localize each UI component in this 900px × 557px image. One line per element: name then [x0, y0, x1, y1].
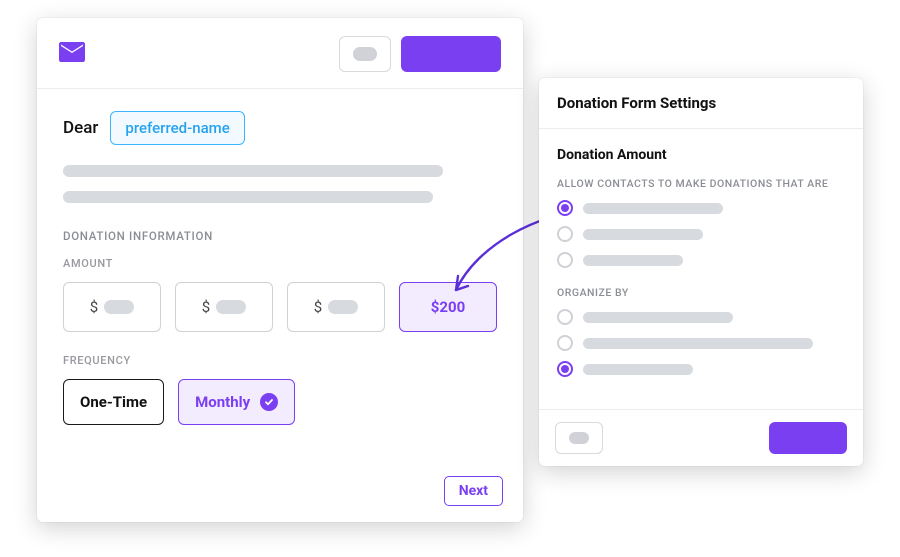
next-button[interactable]: Next: [444, 476, 503, 506]
option-placeholder: [583, 364, 693, 375]
radio-icon: [557, 252, 573, 268]
frequency-one-time-label: One-Time: [80, 393, 147, 411]
organize-option[interactable]: [557, 309, 845, 325]
amount-option[interactable]: $: [63, 282, 161, 332]
allow-option[interactable]: [557, 200, 845, 216]
option-placeholder: [583, 229, 703, 240]
settings-footer: [539, 409, 863, 466]
settings-save-button[interactable]: [769, 422, 847, 454]
amount-placeholder: [328, 300, 358, 314]
amount-option[interactable]: $: [175, 282, 273, 332]
form-body: Dear preferred-name DONATION INFORMATION…: [37, 89, 523, 476]
radio-icon: [557, 226, 573, 242]
body-placeholder-line: [63, 165, 443, 177]
donation-form-card: Dear preferred-name DONATION INFORMATION…: [37, 18, 523, 522]
amount-placeholder: [216, 300, 246, 314]
organize-option[interactable]: [557, 361, 845, 377]
radio-icon: [557, 309, 573, 325]
radio-icon: [557, 200, 573, 216]
merge-field-preferred-name[interactable]: preferred-name: [110, 111, 244, 145]
radio-icon: [557, 361, 573, 377]
envelope-icon: [59, 42, 85, 66]
option-placeholder: [583, 338, 813, 349]
salutation-row: Dear preferred-name: [63, 111, 497, 145]
settings-group-donation-amount: Donation Amount: [557, 147, 845, 163]
radio-icon: [557, 335, 573, 351]
label-frequency: FREQUENCY: [63, 354, 497, 367]
form-header: [37, 18, 523, 89]
header-actions: [339, 36, 501, 72]
dollar-sign-icon: $: [314, 298, 322, 316]
dollar-sign-icon: $: [90, 298, 98, 316]
header-toggle[interactable]: [339, 36, 391, 72]
dollar-sign-icon: $: [202, 298, 210, 316]
check-circle-icon: [260, 393, 278, 411]
frequency-options: One-Time Monthly: [63, 379, 497, 425]
frequency-monthly[interactable]: Monthly: [178, 379, 295, 425]
label-allow-donations: ALLOW CONTACTS TO MAKE DONATIONS THAT AR…: [557, 177, 845, 190]
frequency-monthly-label: Monthly: [195, 393, 250, 411]
settings-toggle[interactable]: [555, 422, 603, 454]
amount-placeholder: [104, 300, 134, 314]
section-donation-info: DONATION INFORMATION: [63, 229, 497, 243]
settings-title: Donation Form Settings: [539, 78, 863, 129]
form-footer: Next: [37, 476, 523, 522]
header-primary-button[interactable]: [401, 36, 501, 72]
frequency-one-time[interactable]: One-Time: [63, 379, 164, 425]
amount-options: $ $ $ $200: [63, 282, 497, 332]
allow-option[interactable]: [557, 252, 845, 268]
amount-option-selected[interactable]: $200: [399, 282, 497, 332]
option-placeholder: [583, 203, 723, 214]
amount-option[interactable]: $: [287, 282, 385, 332]
label-amount: AMOUNT: [63, 257, 497, 270]
organize-option[interactable]: [557, 335, 845, 351]
allow-option[interactable]: [557, 226, 845, 242]
settings-body: Donation Amount ALLOW CONTACTS TO MAKE D…: [539, 129, 863, 409]
salutation-word: Dear: [63, 118, 98, 138]
option-placeholder: [583, 255, 683, 266]
settings-card: Donation Form Settings Donation Amount A…: [539, 78, 863, 466]
option-placeholder: [583, 312, 733, 323]
label-organize-by: ORGANIZE BY: [557, 286, 845, 299]
body-placeholder-line: [63, 191, 433, 203]
amount-selected-label: $200: [431, 298, 465, 316]
